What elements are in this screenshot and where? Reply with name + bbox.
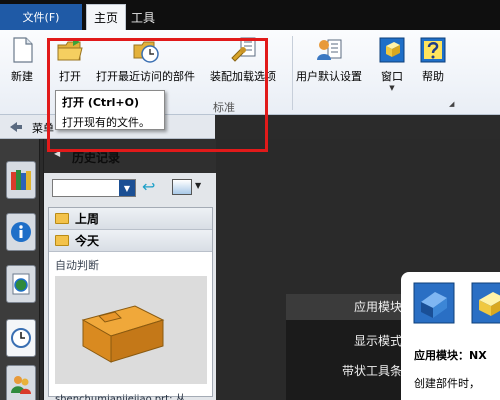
menu-item-applications[interactable]: 应用模块 <box>286 294 416 320</box>
part-thumbnail[interactable] <box>55 276 207 384</box>
part-block-image <box>81 305 165 363</box>
ribbon-separator <box>292 36 293 110</box>
image-view-icon[interactable] <box>172 179 192 195</box>
tools-icon[interactable] <box>9 121 23 133</box>
info-button[interactable] <box>6 213 36 251</box>
user-defaults-button[interactable]: 用户默认设置 <box>296 36 362 84</box>
new-document-icon <box>13 37 33 63</box>
card-title: 应用模块：NX <box>414 349 487 362</box>
user-defaults-label: 用户默认设置 <box>296 70 362 83</box>
part-filename: shenchumianjiejiao.prt: 从 <box>55 394 186 400</box>
web-browser-button[interactable] <box>6 265 36 303</box>
group-expand-icon[interactable]: ◢ <box>449 100 454 108</box>
window-cube-icon <box>379 37 405 63</box>
info-icon <box>11 222 31 242</box>
new-label: 新建 <box>11 70 33 83</box>
red-highlight-box <box>47 38 268 152</box>
view-dropdown-icon[interactable]: ▼ <box>195 181 201 190</box>
window-dropdown-icon[interactable]: ▼ <box>389 84 394 92</box>
folder-label: 上周 <box>75 212 100 226</box>
help-icon <box>420 37 446 63</box>
history-button[interactable] <box>6 319 36 357</box>
history-filter-dropdown[interactable]: ▼ <box>52 179 136 197</box>
history-toolbar: ▼ ↩ ▼ <box>48 177 213 199</box>
folder-icon <box>55 213 69 224</box>
window-label: 窗口 <box>381 70 403 83</box>
folder-today[interactable]: 今天 <box>49 230 212 252</box>
clock-icon <box>11 328 31 348</box>
back-arrow-icon[interactable]: ↩ <box>142 178 155 196</box>
chevron-down-icon[interactable]: ▼ <box>119 180 135 196</box>
folder-icon <box>55 235 69 246</box>
history-panel: ◀ 历史记录 ▼ ↩ ▼ 上周 今天 自动判断 shenchumianjieji… <box>43 139 217 400</box>
resource-bar <box>0 139 40 400</box>
tab-home[interactable]: 主页 <box>86 4 126 30</box>
ribbon-tab-strip: 文件(F) 主页 工具 <box>0 0 500 30</box>
books-icon <box>11 170 31 190</box>
help-button[interactable]: 帮助 <box>419 36 447 84</box>
menu-item-ribbon-bar[interactable]: 带状工具条 <box>342 362 402 379</box>
assembly-navigator-button[interactable] <box>6 161 36 199</box>
globe-page-icon <box>12 273 30 295</box>
card-description: 创建部件时， <box>414 377 480 390</box>
menu-item-display-mode[interactable]: 显示模式 <box>354 332 402 349</box>
folder-label: 今天 <box>75 234 100 248</box>
users-icon <box>11 376 31 394</box>
history-list: 上周 今天 自动判断 shenchumianjiejiao.prt: 从 <box>48 207 213 400</box>
window-button[interactable]: 窗口 ▼ <box>378 36 406 92</box>
folder-last-week[interactable]: 上周 <box>49 208 212 230</box>
roles-button[interactable] <box>6 365 36 400</box>
application-info-card: 应用模块：NX 创建部件时， <box>401 272 500 400</box>
new-button[interactable]: 新建 <box>8 36 36 84</box>
gateway-cube-icon <box>471 282 500 324</box>
user-settings-icon <box>317 39 342 60</box>
context-flyout: 应用模块 显示模式 带状工具条 <box>286 294 416 400</box>
help-label: 帮助 <box>422 70 444 83</box>
tab-tools[interactable]: 工具 <box>126 4 160 30</box>
auto-infer-label: 自动判断 <box>55 259 99 272</box>
graphics-window[interactable]: 应用模块 显示模式 带状工具条 应用模块：NX 创建部件时， <box>216 139 500 400</box>
modeling-cube-icon <box>413 282 455 324</box>
file-menu-tab[interactable]: 文件(F) <box>0 4 82 30</box>
